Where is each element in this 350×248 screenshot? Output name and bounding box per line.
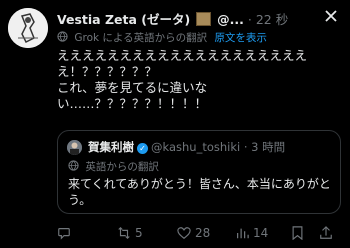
heart-icon — [177, 227, 191, 239]
repost-icon — [118, 226, 130, 240]
globe-icon — [68, 160, 79, 171]
translation-note: Grok による英語からの翻訳 — [74, 32, 208, 44]
repost-count: 5 — [135, 226, 143, 240]
separator: · — [247, 12, 252, 27]
quoted-translation-note: 英語からの翻訳 — [85, 161, 159, 173]
repost-button[interactable]: 5 — [117, 226, 143, 240]
tweet-text: えええええええええええええええええええええ！？？？？？？ これ、夢を見てるに違い… — [57, 48, 308, 111]
views-button[interactable]: 14 — [235, 226, 268, 240]
quoted-translation-info: 英語からの翻訳 — [68, 159, 159, 174]
like-button[interactable]: 28 — [177, 226, 210, 240]
avatar-image — [8, 8, 48, 48]
share-icon — [320, 226, 332, 239]
reply-icon — [58, 228, 70, 240]
quoted-display-name[interactable]: 賀集利樹 — [88, 140, 134, 154]
share-button[interactable] — [319, 226, 337, 240]
timestamp[interactable]: 22 秒 — [256, 12, 288, 27]
bookmark-button[interactable] — [291, 226, 308, 241]
book-emoji-icon — [196, 12, 212, 26]
verified-badge-icon: ✓ — [137, 143, 148, 154]
show-original-link[interactable]: 原文を表示 — [214, 32, 267, 44]
handle[interactable]: @... — [217, 12, 244, 27]
view-count: 14 — [253, 226, 269, 240]
bookmark-icon — [292, 226, 303, 241]
reply-button[interactable] — [57, 226, 75, 240]
quoted-handle[interactable]: @kashu_toshiki — [151, 140, 240, 154]
close-icon[interactable] — [324, 9, 338, 27]
quoted-time[interactable]: 3 時間 — [251, 140, 285, 154]
quoted-separator: · — [243, 140, 248, 154]
quoted-tweet[interactable]: 賀集利樹 ✓ @kashu_toshiki · 3 時間 英語からの翻訳 来てくれて… — [57, 130, 341, 214]
views-chart-icon — [237, 228, 249, 239]
tweet-header: Vestia Zeta (ゼータ) @... · 22 秒 — [57, 9, 342, 27]
quoted-avatar[interactable] — [67, 140, 82, 155]
display-name[interactable]: Vestia Zeta (ゼータ) — [57, 12, 190, 27]
like-count: 28 — [195, 226, 211, 240]
globe-icon — [57, 31, 68, 42]
quoted-header: 賀集利樹 ✓ @kashu_toshiki · 3 時間 — [88, 139, 285, 155]
translation-info: Grok による英語からの翻訳 原文を表示 — [57, 30, 267, 45]
action-bar: 5 28 14 — [57, 224, 342, 244]
avatar[interactable] — [8, 8, 48, 48]
quoted-text: 来てくれてありがとう！皆さん、本当にありがとう。 — [68, 177, 331, 207]
